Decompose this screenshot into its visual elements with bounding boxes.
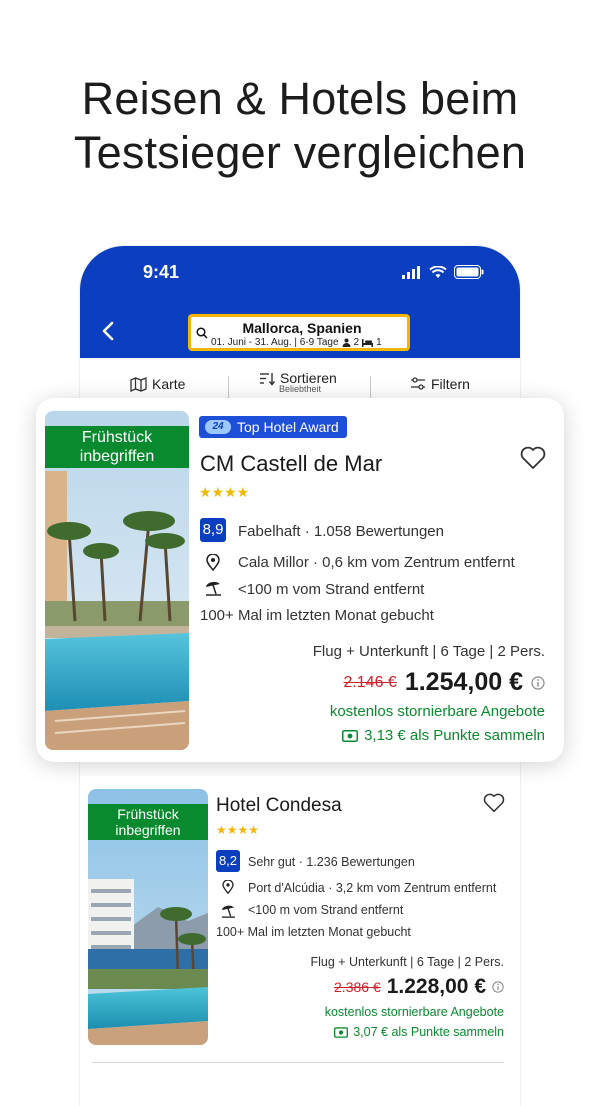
result-toolbar: Karte Sortieren Beliebtheit Filtern bbox=[80, 358, 520, 403]
package-info: Flug + Unterkunft | 6 Tage | 2 Pers. bbox=[310, 955, 504, 969]
beach-umbrella-icon bbox=[221, 905, 235, 918]
breakfast-badge: Frühstück inbegriffen bbox=[88, 804, 208, 840]
location-text: Cala Millor · 0,6 km vom Zentrum entfern… bbox=[238, 554, 515, 571]
sort-button[interactable]: Sortieren Beliebtheit bbox=[259, 370, 337, 394]
points-card-icon bbox=[342, 729, 359, 742]
signal-icon bbox=[402, 265, 420, 279]
location-text: Port d'Alcúdia · 3,2 km vom Zentrum entf… bbox=[248, 881, 497, 895]
beach-distance: <100 m vom Strand entfernt bbox=[248, 903, 404, 917]
old-price: 2.386 € bbox=[334, 979, 381, 995]
back-arrow-icon[interactable] bbox=[98, 320, 120, 342]
battery-icon bbox=[454, 265, 484, 279]
rating-text: Sehr gut · 1.236 Bewertungen bbox=[248, 855, 415, 869]
star-rating: ★★★★ bbox=[199, 484, 250, 500]
toolbar-divider bbox=[370, 376, 371, 398]
search-rooms: 1 bbox=[376, 337, 382, 348]
rating-score-badge: 8,9 bbox=[200, 518, 226, 542]
location-pin-icon bbox=[206, 554, 220, 571]
map-button[interactable]: Karte bbox=[130, 376, 185, 392]
list-divider bbox=[92, 1062, 504, 1063]
hotel-card[interactable]: Frühstück inbegriffen Hotel Condesa ★★★★… bbox=[80, 776, 520, 1067]
headline: Reisen & Hotels beim Testsieger vergleic… bbox=[0, 72, 600, 180]
search-destination: Mallorca, Spanien bbox=[242, 320, 362, 336]
award-label: Top Hotel Award bbox=[237, 419, 339, 435]
free-cancellation: kostenlos stornierbare Angebote bbox=[329, 703, 545, 720]
current-price: 1.254,00 € bbox=[404, 668, 523, 696]
person-icon bbox=[342, 338, 350, 347]
status-time: 9:41 bbox=[143, 262, 180, 282]
search-summary-box[interactable]: Mallorca, Spanien 01. Juni - 31. Aug. | … bbox=[188, 314, 410, 351]
bed-icon bbox=[362, 339, 374, 347]
headline-line-1: Reisen & Hotels beim bbox=[81, 73, 519, 124]
rating-text: Fabelhaft · 1.058 Bewertungen bbox=[238, 523, 444, 540]
points-row: 3,07 € als Punkte sammeln bbox=[334, 1025, 504, 1039]
hotel-photo: Frühstück inbegriffen bbox=[88, 789, 208, 1045]
favorite-heart-icon[interactable] bbox=[520, 446, 546, 470]
info-icon[interactable] bbox=[492, 981, 504, 993]
free-cancellation: kostenlos stornierbare Angebote bbox=[324, 1005, 504, 1019]
search-dates: 01. Juni - 31. Aug. | 6-9 Tage bbox=[211, 337, 339, 348]
info-icon[interactable] bbox=[531, 675, 545, 690]
wifi-icon bbox=[429, 265, 447, 278]
map-label: Karte bbox=[152, 376, 186, 392]
beach-umbrella-icon bbox=[206, 581, 221, 596]
featured-hotel-card[interactable]: Frühstück inbegriffen 24 Top Hotel Award… bbox=[36, 398, 564, 762]
favorite-heart-icon[interactable] bbox=[483, 793, 505, 813]
booked-count: 100+ Mal im letzten Monat gebucht bbox=[216, 925, 411, 939]
filter-icon bbox=[411, 377, 425, 390]
top-hotel-award-badge: 24 Top Hotel Award bbox=[199, 416, 347, 438]
status-icons bbox=[402, 265, 484, 279]
breakfast-badge: Frühstück inbegriffen bbox=[45, 426, 189, 468]
points-card-icon bbox=[334, 1026, 349, 1038]
map-icon bbox=[130, 376, 147, 392]
toolbar-divider bbox=[228, 376, 229, 398]
sort-sublabel: Beliebtheit bbox=[279, 384, 322, 394]
hotel-photo: Frühstück inbegriffen bbox=[45, 411, 189, 750]
filter-button[interactable]: Filtern bbox=[410, 376, 470, 392]
headline-line-2: Testsieger vergleichen bbox=[73, 127, 527, 178]
package-info: Flug + Unterkunft | 6 Tage | 2 Pers. bbox=[312, 643, 545, 660]
location-pin-icon bbox=[222, 880, 234, 894]
points-text: 3,13 € als Punkte sammeln bbox=[364, 727, 545, 744]
price-row: 2.146 € 1.254,00 € bbox=[343, 668, 545, 697]
search-persons: 2 bbox=[353, 337, 360, 348]
old-price: 2.146 € bbox=[343, 673, 397, 691]
points-text: 3,07 € als Punkte sammeln bbox=[353, 1025, 504, 1039]
app-header: 9:41 Mallorca, Spanien 01. Juni - 31. Au… bbox=[80, 246, 520, 358]
points-row: 3,13 € als Punkte sammeln bbox=[342, 727, 545, 744]
star-rating: ★★★★ bbox=[216, 823, 260, 837]
beach-distance: <100 m vom Strand entfernt bbox=[238, 581, 425, 598]
award-logo-icon: 24 bbox=[205, 420, 231, 434]
filter-label: Filtern bbox=[431, 376, 470, 392]
sort-icon bbox=[260, 372, 275, 386]
search-details: 01. Juni - 31. Aug. | 6-9 Tage 2 1 bbox=[211, 337, 382, 348]
booked-count: 100+ Mal im letzten Monat gebucht bbox=[200, 607, 434, 624]
price-row: 2.386 € 1.228,00 € bbox=[334, 975, 504, 999]
current-price: 1.228,00 € bbox=[386, 975, 486, 998]
rating-score-badge: 8,2 bbox=[216, 850, 240, 872]
hotel-name[interactable]: CM Castell de Mar bbox=[200, 451, 382, 477]
hotel-name[interactable]: Hotel Condesa bbox=[216, 795, 342, 817]
